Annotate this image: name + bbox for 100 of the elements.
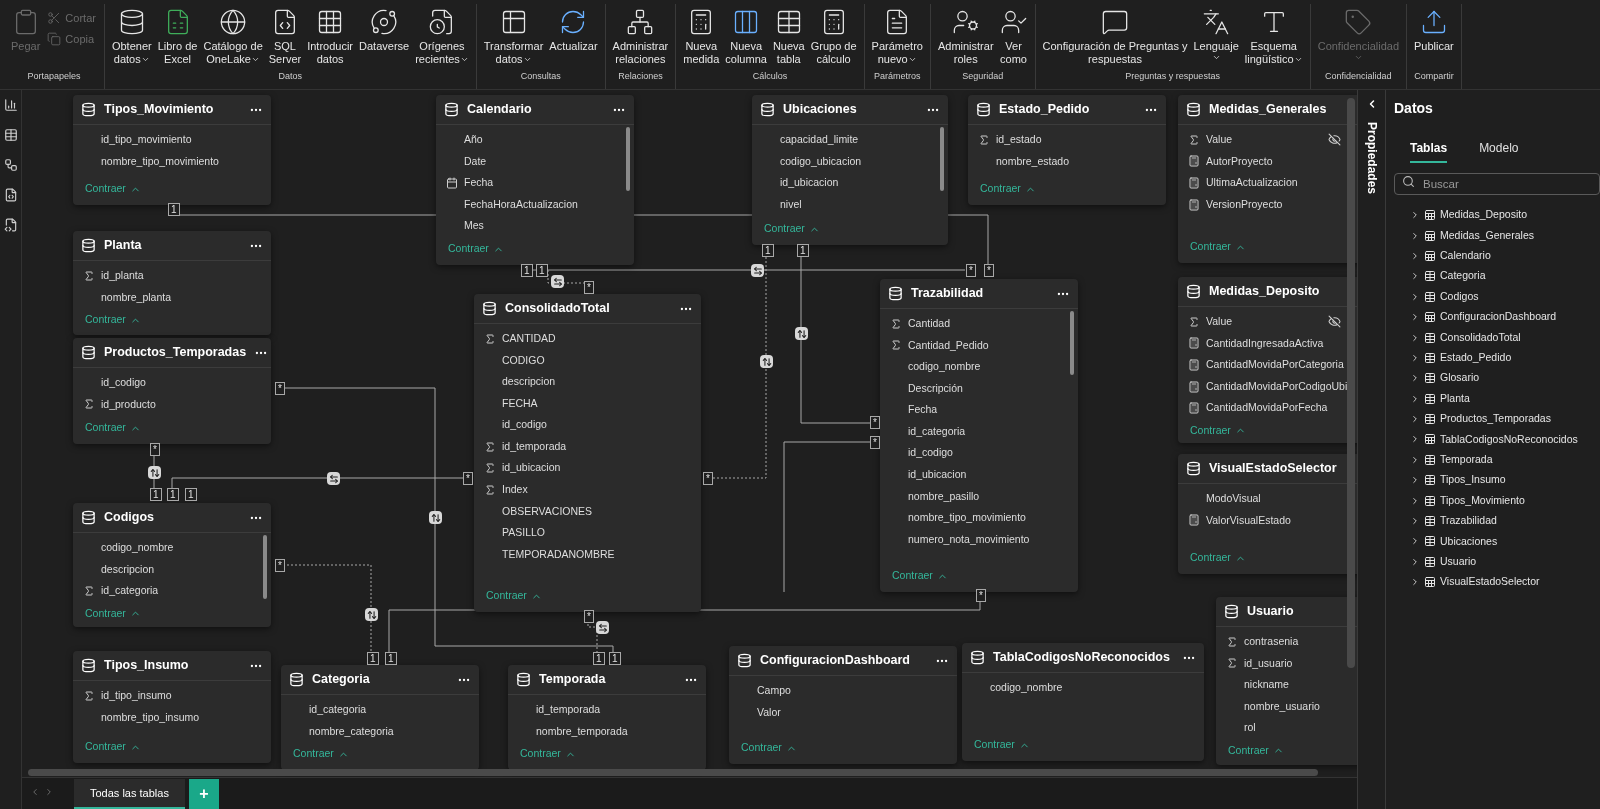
- field-row[interactable]: CantidadMovidaPorCodigoUbi: [1188, 375, 1357, 398]
- model-view-icon[interactable]: [3, 158, 18, 172]
- field-row[interactable]: id_temporada: [484, 435, 701, 458]
- table-card[interactable]: ConfiguracionDashboard Campo Valor Contraer: [729, 646, 957, 764]
- table-card[interactable]: Calendario Año Date Fecha FechaHoraActualizacion Mes Contraer: [436, 95, 634, 265]
- table-list-item[interactable]: Tipos_Movimiento: [1410, 490, 1600, 511]
- field-row[interactable]: PASILLO: [484, 522, 701, 544]
- table-list-item[interactable]: Calendario: [1410, 245, 1600, 267]
- field-row[interactable]: id_categoria: [291, 699, 479, 721]
- table-list-item[interactable]: Categoria: [1410, 266, 1600, 287]
- collapse-link[interactable]: Contraer: [1178, 235, 1357, 263]
- scroll-right-icon[interactable]: [44, 787, 54, 797]
- field-row[interactable]: ModoVisual: [1188, 488, 1357, 510]
- ribbon-button[interactable]: Actualizar: [546, 4, 601, 53]
- field-row[interactable]: Descripción: [890, 377, 1078, 400]
- field-row[interactable]: nombre_temporada: [518, 720, 706, 743]
- collapse-link[interactable]: Contraer: [880, 564, 1078, 592]
- field-row[interactable]: id_ubicacion: [762, 172, 948, 194]
- ribbon-button[interactable]: Nueva medida: [680, 4, 723, 66]
- collapse-link[interactable]: Contraer: [1178, 546, 1357, 574]
- table-card[interactable]: Estado_Pedido id_estado nombre_estado Contraer: [968, 95, 1166, 205]
- collapse-link[interactable]: Contraer: [73, 177, 271, 205]
- field-row[interactable]: Mes: [446, 215, 634, 237]
- field-row[interactable]: Fecha: [890, 399, 1078, 421]
- field-row[interactable]: Date: [446, 150, 634, 173]
- table-list-item[interactable]: Planta: [1410, 388, 1600, 409]
- field-row[interactable]: Fecha: [446, 172, 634, 194]
- field-row[interactable]: CANTIDAD: [484, 328, 701, 350]
- field-row[interactable]: id_temporada: [518, 699, 706, 721]
- ribbon-button[interactable]: SQL Server: [265, 4, 305, 66]
- collapse-link[interactable]: Contraer: [752, 217, 948, 245]
- ribbon-button[interactable]: Lenguaje: [1190, 4, 1242, 62]
- field-row[interactable]: Index: [484, 479, 701, 501]
- ribbon-button[interactable]: Obtener datos: [108, 4, 155, 66]
- field-row[interactable]: capacidad_limite: [762, 129, 948, 151]
- field-row[interactable]: FechaHoraActualizacion: [446, 193, 634, 216]
- vertical-scrollbar[interactable]: [1347, 98, 1355, 668]
- table-card[interactable]: Trazabilidad Cantidad Cantidad_Pedido codigo_nombre Descripción Fecha id_categoria id_codigo id_ubicacion nombre_pasillo nombre_tipo_movimiento numero_nota_movimiento Contraer: [880, 279, 1078, 592]
- ribbon-button[interactable]: Publicar: [1411, 4, 1457, 53]
- collapse-link[interactable]: Contraer: [436, 237, 634, 265]
- field-row[interactable]: nombre_estado: [978, 150, 1166, 173]
- ribbon-button[interactable]: Configuración de Preguntas y respuestas: [1039, 4, 1191, 66]
- layout-tab[interactable]: Todas las tablas: [74, 779, 185, 809]
- field-row[interactable]: descripcion: [83, 558, 271, 581]
- ribbon-button[interactable]: Nueva tabla: [769, 4, 808, 66]
- ribbon-button[interactable]: Administrar relaciones: [609, 4, 672, 66]
- dax-view-icon[interactable]: [3, 188, 18, 202]
- table-list-item[interactable]: ConsolidadoTotal: [1410, 327, 1600, 348]
- table-list-item[interactable]: TablaCodigosNoReconocidos: [1410, 429, 1600, 450]
- field-row[interactable]: CantidadIngresadaActiva: [1188, 332, 1357, 355]
- table-card[interactable]: Tipos_Movimiento id_tipo_movimiento nombre_tipo_movimiento Contraer: [73, 95, 271, 205]
- table-list-item[interactable]: Glosario: [1410, 368, 1600, 389]
- ribbon-button[interactable]: Administrar roles: [934, 4, 997, 66]
- table-list-item[interactable]: Medidas_Deposito: [1410, 205, 1600, 226]
- field-row[interactable]: contrasenia: [1226, 631, 1357, 653]
- field-row[interactable]: id_ubicacion: [484, 457, 701, 480]
- table-card[interactable]: TablaCodigosNoReconocidos codigo_nombre Contraer: [962, 643, 1204, 761]
- field-row[interactable]: TEMPORADANOMBRE: [484, 543, 701, 566]
- field-row[interactable]: codigo_nombre: [83, 537, 271, 559]
- field-row[interactable]: CantidadMovidaPorFecha: [1188, 397, 1357, 419]
- collapse-link[interactable]: Contraer: [729, 736, 957, 764]
- horizontal-scrollbar[interactable]: [28, 769, 1318, 776]
- field-row[interactable]: Cantidad_Pedido: [890, 334, 1078, 357]
- table-view-icon[interactable]: [3, 128, 18, 142]
- field-row[interactable]: codigo_nombre: [890, 356, 1078, 378]
- table-list-item[interactable]: Trazabilidad: [1410, 510, 1600, 532]
- field-row[interactable]: id_categoria: [83, 580, 271, 602]
- collapse-link[interactable]: Contraer: [73, 735, 271, 763]
- field-row[interactable]: Value: [1188, 129, 1357, 151]
- field-row[interactable]: id_tipo_insumo: [83, 685, 271, 707]
- table-list-item[interactable]: ConfiguracionDashboard: [1410, 306, 1600, 328]
- field-row[interactable]: Valor: [739, 701, 957, 724]
- table-list-item[interactable]: Ubicaciones: [1410, 531, 1600, 552]
- collapse-link[interactable]: Contraer: [281, 742, 479, 770]
- field-row[interactable]: Año: [446, 129, 634, 151]
- ribbon-button[interactable]: Dataverse: [356, 4, 413, 53]
- scroll-left-icon[interactable]: [30, 787, 40, 797]
- table-list-item[interactable]: Temporada: [1410, 449, 1600, 471]
- table-card[interactable]: Medidas_Deposito Value CantidadIngresadaActiva CantidadMovidaPorCategoria CantidadMovidaPorCodigoUbi CantidadMovidaPorFecha Contraer: [1178, 277, 1357, 443]
- field-row[interactable]: VersionProyecto: [1188, 193, 1357, 216]
- table-list-item[interactable]: Medidas_Generales: [1410, 225, 1600, 246]
- field-row[interactable]: codigo_nombre: [972, 677, 1204, 699]
- table-card[interactable]: Ubicaciones capacidad_limite codigo_ubicacion id_ubicacion nivel Contraer: [752, 95, 948, 245]
- field-row[interactable]: id_codigo: [890, 442, 1078, 465]
- collapse-link[interactable]: Contraer: [474, 584, 701, 612]
- field-row[interactable]: id_planta: [83, 265, 271, 287]
- table-card[interactable]: Productos_Temporadas id_codigo id_producto Contraer: [73, 338, 271, 444]
- field-row[interactable]: Cantidad: [890, 313, 1078, 335]
- table-card[interactable]: VisualEstadoSelector ModoVisual ValorVisualEstado Contraer: [1178, 454, 1357, 574]
- collapse-link[interactable]: Contraer: [968, 177, 1166, 205]
- field-row[interactable]: nombre_categoria: [291, 720, 479, 743]
- scrollbar[interactable]: [626, 127, 630, 191]
- table-card[interactable]: Medidas_Generales Value AutorProyecto UltimaActualizacion VersionProyecto Contraer: [1178, 95, 1357, 263]
- field-row[interactable]: UltimaActualizacion: [1188, 172, 1357, 194]
- table-card[interactable]: Codigos codigo_nombre descripcion id_categoria Contraer: [73, 503, 271, 627]
- field-row[interactable]: nombre_pasillo: [890, 485, 1078, 508]
- collapse-link[interactable]: Contraer: [73, 308, 271, 335]
- field-row[interactable]: nivel: [762, 193, 948, 216]
- table-card[interactable]: Planta id_planta nombre_planta Contraer: [73, 231, 271, 335]
- field-row[interactable]: codigo_ubicacion: [762, 150, 948, 173]
